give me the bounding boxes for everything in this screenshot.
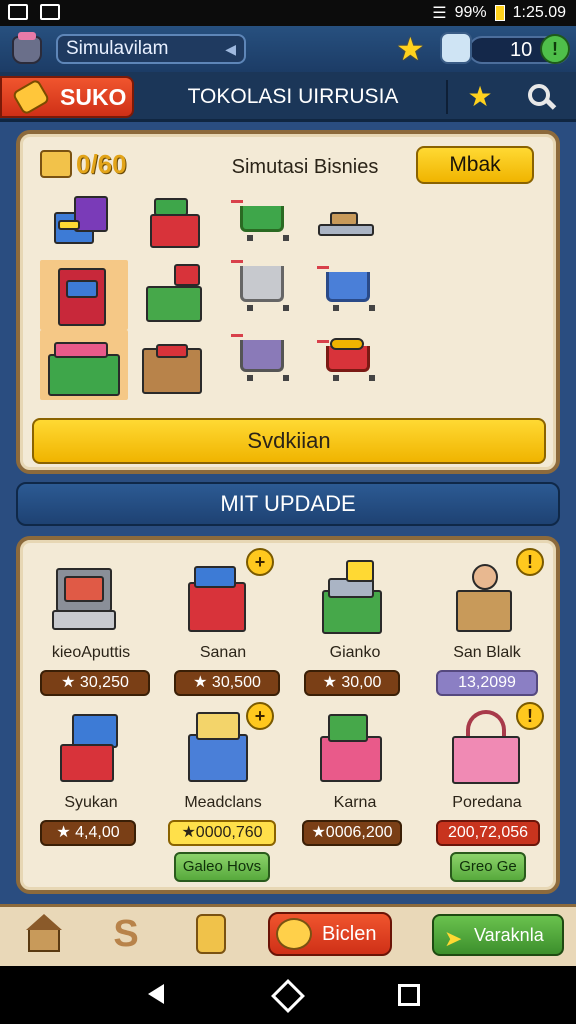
item-label: Meadclans — [184, 794, 262, 811]
item-price: ★0000,760 — [168, 820, 276, 846]
item-label: Gianko — [329, 644, 381, 661]
shop-item-silver-cart[interactable] — [226, 260, 314, 330]
clock: 1:25.09 — [512, 4, 566, 21]
coin-count: 0/60 — [76, 149, 127, 179]
cup-icon — [12, 32, 42, 64]
item-label: Karna — [333, 794, 377, 811]
account-avatar[interactable] — [6, 30, 48, 68]
item-price: 200,72,056 — [436, 820, 540, 846]
produce-crate-icon — [310, 710, 400, 792]
home-icon[interactable] — [22, 910, 66, 958]
shop-title: Simutasi Bisnies — [231, 156, 379, 178]
item-label: Syukan — [64, 794, 118, 811]
image-icon — [40, 4, 60, 20]
item-label: Sanan — [199, 644, 247, 661]
plus-badge-icon[interactable]: + — [246, 548, 274, 576]
username-text: Simulavilam — [66, 38, 169, 59]
coin-stack-icon — [40, 150, 72, 178]
recents-icon[interactable] — [396, 982, 424, 1010]
shop-item-purple-cart[interactable] — [226, 330, 314, 400]
shop-item-wooden-crate[interactable] — [138, 330, 226, 400]
wifi-icon: ☰ — [432, 5, 447, 22]
search-icon[interactable] — [526, 82, 558, 114]
favorite-star-icon[interactable]: ★ — [462, 80, 498, 114]
varaknla-button[interactable]: ➤ Varaknla — [432, 914, 564, 956]
item-price: ★0006,200 — [302, 820, 402, 846]
add-resource-button[interactable]: ! — [540, 34, 570, 64]
update-item[interactable]: Karna ★0006,200 — [290, 710, 420, 890]
item-price: ★ 30,00 — [304, 670, 400, 696]
suko-label: SUKO — [60, 84, 127, 110]
shop-item-red-shelf[interactable] — [40, 260, 128, 330]
svdkiian-button[interactable]: Svdkiian — [32, 418, 546, 464]
shop-item-blue-cart[interactable] — [312, 260, 400, 330]
divider — [446, 80, 448, 114]
username-field[interactable]: Simulavilam ◀ — [56, 34, 246, 64]
update-item[interactable]: Syukan ★ 4,4,00 — [26, 710, 156, 890]
swap-icon[interactable]: S — [104, 910, 148, 958]
update-item[interactable]: ! Poredana 200,72,056 Greo Ge — [422, 702, 552, 890]
alert-badge-icon[interactable]: ! — [516, 548, 544, 576]
item-label: San Blalk — [453, 644, 521, 661]
page-title: TOKOLASI UIRRUSIA — [187, 85, 399, 108]
shop-item-grocery-box[interactable] — [138, 190, 226, 260]
resource-counter: 10 ! — [440, 32, 570, 66]
gold-coin-icon — [276, 918, 312, 950]
varaknla-label: Varaknla — [474, 925, 544, 945]
item-label: kieoAputtis — [51, 644, 131, 661]
battery-level: 99% — [454, 4, 487, 21]
update-item[interactable]: kieoAputtis ★ 30,250 — [26, 560, 156, 700]
update-item[interactable]: Gianko ★ 30,00 — [290, 560, 420, 700]
mbak-button[interactable]: Mbak — [416, 146, 534, 184]
item-label: Poredana — [452, 794, 522, 811]
update-item[interactable]: + Sanan ★ 30,500 — [158, 548, 288, 700]
update-header: MIT UPDADE — [16, 482, 560, 526]
hammer-icon — [11, 78, 51, 116]
shop-item-green-crate[interactable] — [138, 260, 226, 330]
item-price: 13,2099 — [436, 670, 538, 696]
coin-counter: 0/60 — [40, 148, 130, 182]
crate-icon — [310, 560, 400, 642]
arrow-icon: ➤ — [444, 926, 463, 951]
status-bar: ☰ 99% 1:25.09 — [0, 0, 576, 26]
greo-ge-button[interactable]: Greo Ge — [450, 852, 526, 882]
shop-item-green-cart[interactable] — [226, 190, 314, 260]
home-nav-icon[interactable] — [271, 979, 305, 1013]
shop-item-produce-basket[interactable] — [40, 330, 128, 400]
update-item[interactable]: ! San Blalk 13,2099 — [422, 548, 552, 700]
shop-item-flat-cart[interactable] — [312, 190, 400, 260]
alert-badge-icon[interactable]: ! — [516, 702, 544, 730]
shop-item-fruit-cart[interactable] — [312, 330, 400, 400]
item-price: ★ 30,250 — [40, 670, 150, 696]
shopkeeper-icon — [442, 560, 532, 642]
star-icon[interactable]: ★ — [396, 30, 432, 67]
item-price: ★ 4,4,00 — [40, 820, 136, 846]
jar-icon — [440, 32, 472, 64]
back-icon[interactable] — [146, 982, 174, 1010]
battery-icon — [494, 5, 505, 21]
biclen-label: Biclen — [322, 923, 377, 945]
shop-item-register-box[interactable] — [40, 190, 128, 260]
chevron-left-icon: ◀ — [225, 41, 236, 57]
scroll-icon[interactable] — [190, 910, 234, 958]
biclen-button[interactable]: Biclen — [268, 912, 392, 956]
suko-button[interactable]: SUKO — [0, 76, 134, 118]
resource-count: 10 — [510, 39, 533, 61]
galeo-hovs-button[interactable]: Galeo Hovs — [174, 852, 270, 882]
register-icon — [46, 710, 136, 792]
plus-badge-icon[interactable]: + — [246, 702, 274, 730]
computer-icon — [46, 560, 136, 642]
item-price: ★ 30,500 — [174, 670, 280, 696]
gallery-icon — [8, 4, 28, 20]
update-item[interactable]: + Meadclans ★0000,760 Galeo Hovs — [158, 702, 288, 890]
